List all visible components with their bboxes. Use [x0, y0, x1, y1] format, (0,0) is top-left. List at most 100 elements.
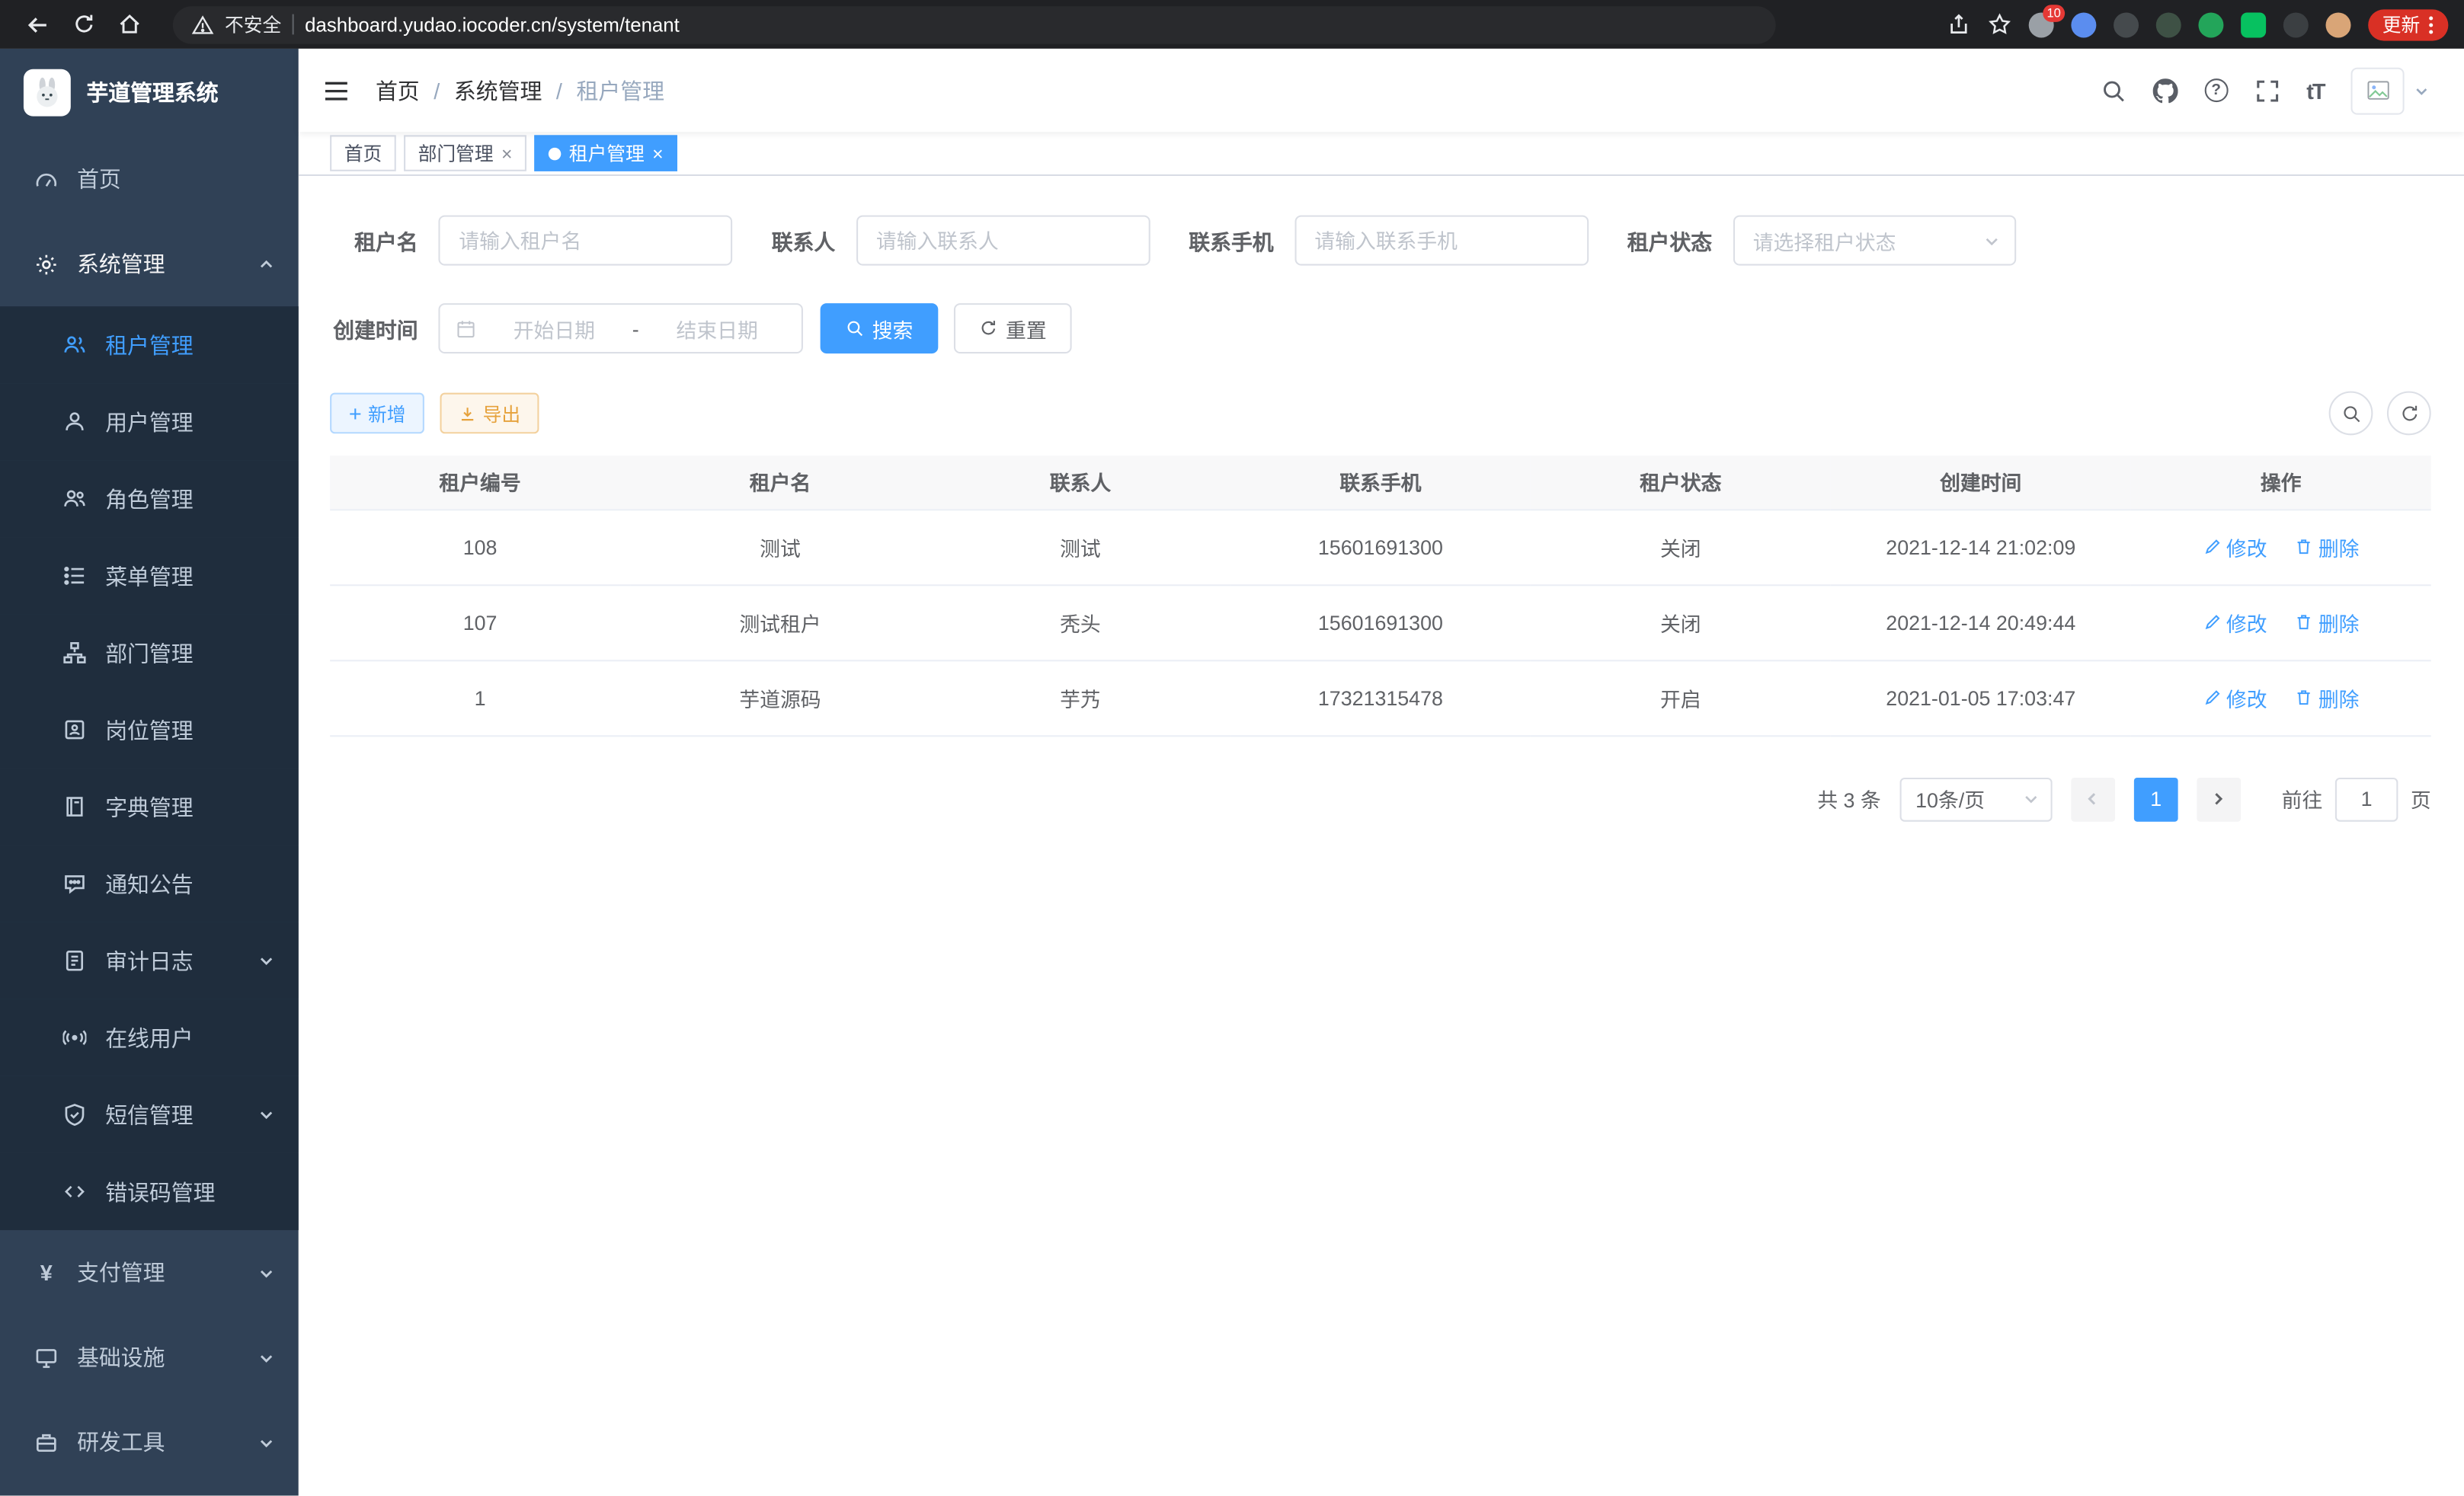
avatar[interactable] — [2351, 67, 2405, 114]
sidebar-item-post[interactable]: 岗位管理 — [0, 692, 299, 769]
sidebar-item-label: 岗位管理 — [105, 714, 194, 745]
extension-icon[interactable] — [2071, 11, 2096, 37]
reset-button-label: 重置 — [1006, 313, 1047, 343]
breadcrumb-system[interactable]: 系统管理 — [454, 75, 542, 106]
add-button[interactable]: + 新增 — [330, 393, 424, 434]
extension-icon[interactable] — [2198, 11, 2223, 37]
edit-link[interactable]: 修改 — [2203, 532, 2267, 561]
search-button[interactable]: 搜索 — [821, 303, 939, 353]
back-icon[interactable] — [25, 11, 50, 37]
sidebar-item-dict[interactable]: 字典管理 — [0, 769, 299, 845]
sidebar-item-tenant[interactable]: 租户管理 — [0, 306, 299, 383]
browser-menu-icon[interactable] — [2428, 14, 2434, 36]
extension-icon[interactable] — [2241, 11, 2266, 37]
goto-page-input[interactable] — [2335, 777, 2398, 821]
goto-suffix: 页 — [2411, 784, 2431, 814]
bookmark-star-icon[interactable] — [1988, 13, 2011, 37]
sidebar-item-audit-log[interactable]: 审计日志 — [0, 922, 299, 999]
sidebar-item-role[interactable]: 角色管理 — [0, 460, 299, 537]
url-text[interactable]: dashboard.yudao.iocoder.cn/system/tenant — [305, 14, 680, 36]
sidebar-item-label: 系统管理 — [77, 248, 165, 280]
page-size-select[interactable]: 10条/页 — [1899, 777, 2052, 821]
sidebar-item-infrastructure[interactable]: 基础设施 — [0, 1315, 299, 1399]
profile-avatar-icon[interactable] — [2325, 11, 2350, 37]
role-icon — [63, 487, 87, 510]
chevron-down-icon — [258, 1434, 275, 1451]
date-end-placeholder[interactable]: 结束日期 — [648, 313, 786, 343]
calendar-icon — [456, 318, 476, 339]
tab-dept[interactable]: 部门管理 × — [404, 135, 526, 171]
tab-tenant[interactable]: 租户管理 × — [534, 135, 677, 171]
select-placeholder: 请选择租户状态 — [1753, 225, 1896, 255]
export-button[interactable]: 导出 — [440, 393, 539, 434]
status-select[interactable]: 请选择租户状态 — [1733, 216, 2015, 266]
sidebar-item-sms[interactable]: 短信管理 — [0, 1076, 299, 1153]
phone-input[interactable] — [1294, 216, 1588, 266]
sidebar-item-home[interactable]: 首页 — [0, 136, 299, 221]
toggle-search-button[interactable] — [2329, 392, 2373, 436]
font-size-icon[interactable]: tT — [2306, 78, 2324, 103]
extension-icon[interactable]: 10 — [2029, 11, 2054, 37]
org-tree-icon — [63, 641, 87, 665]
monitor-icon — [34, 1346, 58, 1370]
sidebar-item-system[interactable]: 系统管理 — [0, 222, 299, 306]
app-logo — [24, 69, 71, 117]
edit-link[interactable]: 修改 — [2203, 607, 2267, 637]
breadcrumb-home[interactable]: 首页 — [376, 75, 420, 106]
current-page-button[interactable]: 1 — [2134, 777, 2178, 821]
sidebar-item-dev-tools[interactable]: 研发工具 — [0, 1400, 299, 1485]
form-item-create-time: 创建时间 开始日期 - 结束日期 — [330, 303, 803, 353]
refresh-table-button[interactable] — [2387, 392, 2431, 436]
browser-home-icon[interactable] — [118, 13, 142, 37]
cell-actions: 修改 删除 — [2131, 584, 2431, 660]
sidebar-item-user[interactable]: 用户管理 — [0, 383, 299, 460]
cell-status: 关闭 — [1531, 509, 1831, 584]
address-bar[interactable]: 不安全 dashboard.yudao.iocoder.cn/system/te… — [173, 5, 1776, 43]
sidebar-item-notice[interactable]: 通知公告 — [0, 845, 299, 922]
active-dot-icon — [549, 147, 562, 160]
delete-link[interactable]: 删除 — [2295, 532, 2360, 561]
export-button-label: 导出 — [483, 400, 521, 427]
browser-refresh-icon[interactable] — [72, 13, 96, 37]
sidebar-item-label: 短信管理 — [105, 1099, 194, 1130]
sidebar-item-label: 租户管理 — [105, 329, 194, 360]
sidebar-item-dept[interactable]: 部门管理 — [0, 614, 299, 691]
extension-icon[interactable] — [2114, 11, 2139, 37]
breadcrumb-current: 租户管理 — [576, 75, 664, 106]
tenant-icon — [63, 333, 87, 356]
fullscreen-icon[interactable] — [2254, 78, 2280, 103]
tenant-name-input[interactable] — [438, 216, 732, 266]
sidebar-item-menu[interactable]: 菜单管理 — [0, 537, 299, 614]
help-icon[interactable]: ? — [2204, 78, 2228, 102]
extension-icon[interactable] — [2283, 11, 2309, 37]
sidebar-item-payment[interactable]: ¥ 支付管理 — [0, 1230, 299, 1315]
sidebar-item-error-code[interactable]: 错误码管理 — [0, 1153, 299, 1230]
tab-close-icon[interactable]: × — [652, 144, 663, 163]
share-icon[interactable] — [1947, 13, 1970, 37]
tabs-bar: 首页 部门管理 × 租户管理 × — [299, 132, 2464, 176]
edit-icon — [2203, 537, 2222, 556]
next-page-button[interactable] — [2197, 777, 2241, 821]
delete-link[interactable]: 删除 — [2295, 607, 2360, 637]
logo-row[interactable]: 芋道管理系统 — [0, 49, 299, 137]
reset-button[interactable]: 重置 — [954, 303, 1072, 353]
user-menu[interactable] — [2351, 67, 2430, 114]
security-label[interactable]: 不安全 — [225, 11, 281, 37]
delete-link[interactable]: 删除 — [2295, 682, 2360, 712]
goto-prefix: 前往 — [2282, 784, 2323, 814]
sidebar-item-online-users[interactable]: 在线用户 — [0, 999, 299, 1076]
date-start-placeholder[interactable]: 开始日期 — [485, 313, 622, 343]
navbar: 首页 / 系统管理 / 租户管理 ? — [299, 49, 2464, 132]
update-button[interactable]: 更新 — [2368, 8, 2448, 40]
edit-link[interactable]: 修改 — [2203, 682, 2267, 712]
sidebar-item-label: 研发工具 — [77, 1427, 165, 1458]
tab-home[interactable]: 首页 — [330, 135, 396, 171]
sidebar-toggle-icon[interactable] — [322, 78, 350, 103]
contact-input[interactable] — [856, 216, 1150, 266]
tab-close-icon[interactable]: × — [501, 144, 512, 163]
header-search-icon[interactable] — [2101, 78, 2126, 103]
date-range-input[interactable]: 开始日期 - 结束日期 — [438, 303, 803, 353]
prev-page-button[interactable] — [2071, 777, 2115, 821]
extension-icon[interactable] — [2156, 11, 2181, 37]
github-icon[interactable] — [2152, 78, 2178, 103]
